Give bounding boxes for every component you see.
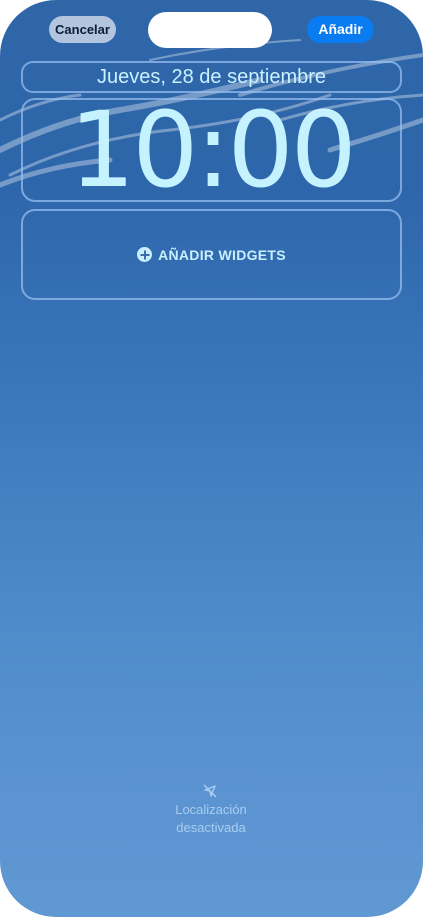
location-status-line2: desactivada: [176, 820, 246, 835]
add-widgets-button[interactable]: AÑADIR WIDGETS: [21, 209, 402, 300]
cancel-button[interactable]: Cancelar: [49, 16, 116, 43]
plus-circle-icon: [137, 247, 153, 262]
clock-time[interactable]: 10:00: [21, 96, 402, 204]
add-button[interactable]: Añadir: [307, 16, 374, 43]
add-widgets-label: AÑADIR WIDGETS: [158, 246, 286, 263]
dynamic-island: [148, 12, 272, 48]
location-status-line1: Localización: [175, 802, 247, 817]
location-status: Localización desactivada: [111, 801, 311, 837]
lock-screen-editor: Cancelar Añadir Jueves, 28 de septiembre…: [0, 0, 423, 917]
location-off-icon: [203, 784, 217, 798]
